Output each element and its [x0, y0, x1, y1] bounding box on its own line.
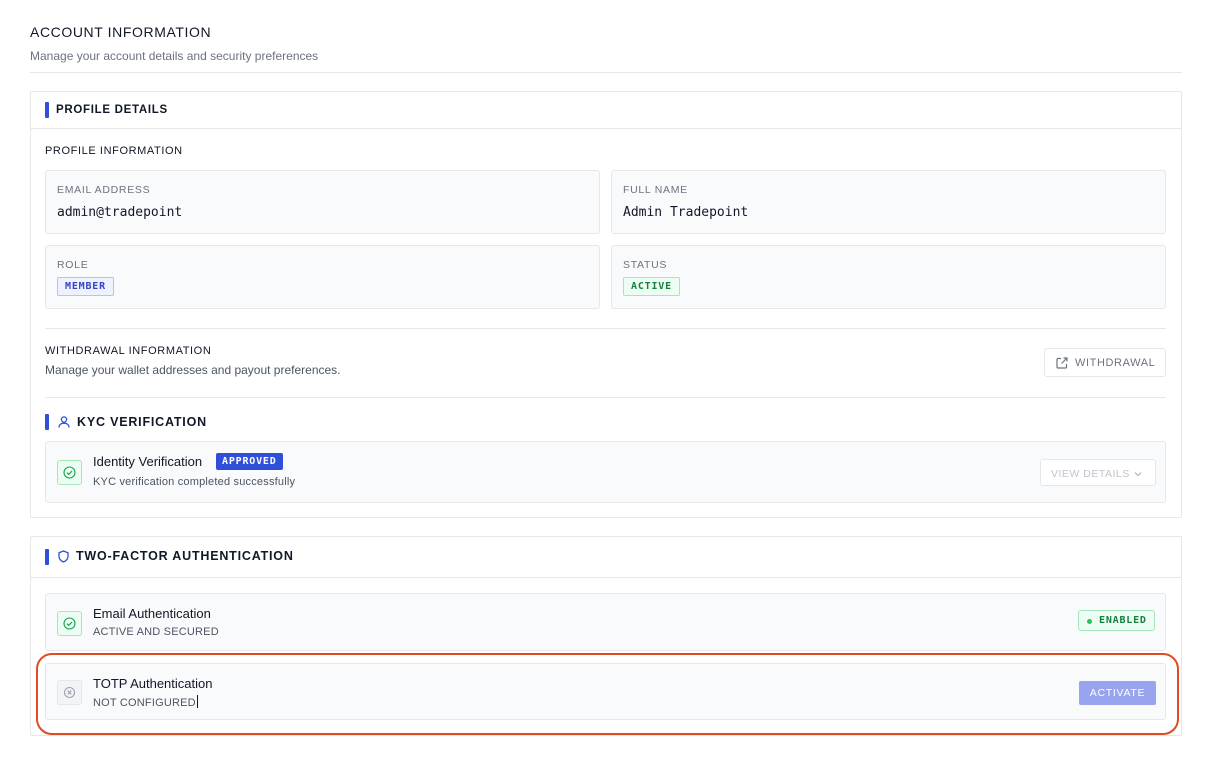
view-details-label: VIEW DETAILS — [1051, 468, 1130, 480]
page-title: ACCOUNT INFORMATION — [30, 24, 212, 40]
text-caret — [196, 695, 198, 708]
kyc-section-header: KYC VERIFICATION — [31, 412, 1181, 432]
shield-icon — [58, 550, 69, 563]
enabled-badge-label: ENABLED — [1099, 615, 1147, 626]
email-auth-title: Email Authentication — [93, 606, 211, 621]
view-details-button[interactable]: VIEW DETAILS — [1040, 459, 1156, 486]
full-name-field: FULL NAME Admin Tradepoint — [611, 170, 1166, 234]
page-header: ACCOUNT INFORMATION Manage your account … — [30, 24, 1182, 63]
totp-auth-item: TOTP Authentication NOT CONFIGURED ACTIV… — [45, 663, 1166, 720]
kyc-approved-badge: APPROVED — [216, 453, 283, 470]
full-name-field-value: Admin Tradepoint — [623, 205, 749, 220]
status-field-label: STATUS — [623, 259, 668, 271]
divider — [45, 328, 1166, 329]
kyc-item-title: Identity Verification — [93, 454, 203, 469]
totp-auth-title: TOTP Authentication — [93, 676, 213, 691]
withdrawal-description: Manage your wallet addresses and payout … — [45, 363, 341, 377]
email-auth-subtitle: ACTIVE AND SECURED — [93, 626, 219, 638]
withdrawal-button[interactable]: WITHDRAWAL — [1044, 348, 1166, 377]
withdrawal-button-label: WITHDRAWAL — [1075, 357, 1156, 369]
profile-section-header: PROFILE DETAILS — [31, 92, 1181, 129]
divider — [45, 397, 1166, 398]
chevron-down-icon — [1134, 472, 1142, 477]
two-factor-section-header: TWO-FACTOR AUTHENTICATION — [31, 537, 1181, 578]
activate-button[interactable]: ACTIVATE — [1079, 681, 1156, 705]
email-auth-item: Email Authentication ACTIVE AND SECURED … — [45, 593, 1166, 651]
header-divider — [30, 72, 1182, 73]
external-link-icon — [1056, 357, 1068, 369]
accent-bar — [45, 414, 49, 430]
profile-info-heading: PROFILE INFORMATION — [45, 145, 183, 157]
two-factor-section-title: TWO-FACTOR AUTHENTICATION — [76, 549, 294, 563]
activate-button-label: ACTIVATE — [1089, 687, 1146, 699]
user-icon — [58, 416, 70, 428]
role-badge: MEMBER — [57, 277, 114, 296]
accent-bar — [45, 549, 49, 565]
email-field-value: admin@tradepoint — [57, 205, 183, 220]
kyc-section-title: KYC VERIFICATION — [77, 415, 207, 429]
enabled-badge: ENABLED — [1078, 610, 1155, 631]
role-field-label: ROLE — [57, 259, 89, 271]
page-subtitle: Manage your account details and security… — [30, 49, 319, 63]
status-field: STATUS ACTIVE — [611, 245, 1166, 309]
profile-section-title: PROFILE DETAILS — [56, 104, 168, 116]
check-circle-icon — [57, 460, 82, 485]
email-field-label: EMAIL ADDRESS — [57, 184, 151, 196]
totp-auth-subtitle: NOT CONFIGURED — [93, 697, 196, 709]
full-name-field-label: FULL NAME — [623, 184, 688, 196]
email-field: EMAIL ADDRESS admin@tradepoint — [45, 170, 600, 234]
accent-bar — [45, 102, 49, 118]
status-dot — [1087, 619, 1092, 624]
x-circle-icon — [57, 680, 82, 705]
withdrawal-heading: WITHDRAWAL INFORMATION — [45, 345, 212, 357]
totp-auth-subtitle-row: NOT CONFIGURED — [93, 695, 198, 709]
kyc-identity-item: Identity Verification APPROVED KYC verif… — [45, 441, 1166, 503]
check-circle-icon — [57, 611, 82, 636]
status-badge: ACTIVE — [623, 277, 680, 296]
role-field: ROLE MEMBER — [45, 245, 600, 309]
profile-card: PROFILE DETAILS PROFILE INFORMATION EMAI… — [30, 91, 1182, 518]
two-factor-card: TWO-FACTOR AUTHENTICATION Email Authenti… — [30, 536, 1182, 736]
kyc-item-subtitle: KYC verification completed successfully — [93, 476, 296, 488]
